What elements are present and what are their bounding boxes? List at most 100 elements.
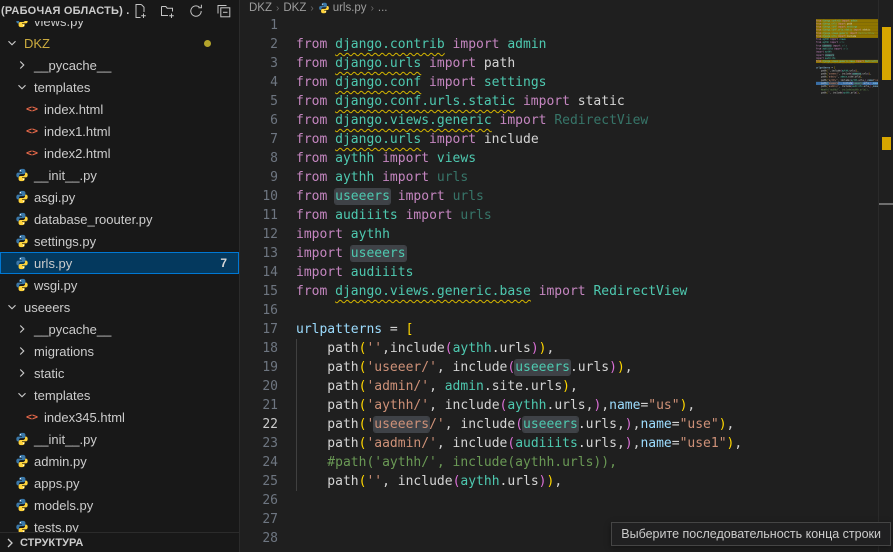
line-content [296, 529, 304, 548]
code-line-17[interactable]: 17urlpatterns = [ [241, 320, 816, 339]
overview-ruler[interactable] [878, 0, 893, 552]
line-number[interactable]: 2 [241, 35, 278, 54]
explorer-section-header[interactable]: (РАБОЧАЯ ОБЛАСТЬ) ... [0, 0, 239, 21]
tree-item-label: admin.py [34, 454, 87, 469]
tree-item-index-html[interactable]: <>index.html [0, 98, 239, 120]
line-number[interactable]: 12 [241, 225, 278, 244]
new-file-icon[interactable] [129, 1, 151, 21]
line-number[interactable]: 17 [241, 320, 278, 339]
code-line-16[interactable]: 16 [241, 301, 816, 320]
tree-item-wsgi-py[interactable]: wsgi.py [0, 274, 239, 296]
python-icon [15, 212, 29, 226]
code-line-4[interactable]: 4from django.conf import settings [241, 73, 816, 92]
code-line-20[interactable]: 20 path('admin/', admin.site.urls), [241, 377, 816, 396]
code-line-10[interactable]: 10from useeers import urls [241, 187, 816, 206]
tree-item-static[interactable]: static [0, 362, 239, 384]
tree-item-urls-py[interactable]: urls.py7 [0, 252, 239, 274]
line-number[interactable]: 24 [241, 453, 278, 472]
code-line-7[interactable]: 7from django.urls import include [241, 130, 816, 149]
line-number[interactable]: 3 [241, 54, 278, 73]
code-area[interactable]: 1 2from django.contrib import admin3from… [241, 16, 816, 552]
code-line-18[interactable]: 18 path('',include(aythh.urls)), [241, 339, 816, 358]
ruler-mark [882, 137, 891, 150]
tree-item-apps-py[interactable]: apps.py [0, 472, 239, 494]
breadcrumb-item[interactable]: DKZ [249, 2, 272, 14]
code-line-24[interactable]: 24 #path('aythh/', include(aythh.urls)), [241, 453, 816, 472]
tree-item-index1-html[interactable]: <>index1.html [0, 120, 239, 142]
breadcrumb-item[interactable]: ... [378, 2, 388, 14]
tree-item-label: static [34, 366, 64, 381]
tree-item-models-py[interactable]: models.py [0, 494, 239, 516]
code-line-13[interactable]: 13import useeers [241, 244, 816, 263]
line-number[interactable]: 21 [241, 396, 278, 415]
tree-item-useeers[interactable]: useeers [0, 296, 239, 318]
tree-item-label: migrations [34, 344, 94, 359]
line-number[interactable]: 1 [241, 16, 278, 35]
breadcrumb-separator-icon: › [370, 3, 375, 14]
line-number[interactable]: 5 [241, 92, 278, 111]
line-content: from audiiits import urls [296, 206, 492, 225]
line-number[interactable]: 25 [241, 472, 278, 491]
code-line-23[interactable]: 23 path('aadmin/', include(audiiits.urls… [241, 434, 816, 453]
tree-item-templates[interactable]: templates [0, 76, 239, 98]
code-line-6[interactable]: 6from django.views.generic import Redire… [241, 111, 816, 130]
collapse-all-icon[interactable] [213, 1, 235, 21]
code-line-26[interactable]: 26 [241, 491, 816, 510]
new-folder-icon[interactable] [157, 1, 179, 21]
line-number[interactable]: 10 [241, 187, 278, 206]
tree-item-settings-py[interactable]: settings.py [0, 230, 239, 252]
tree-item-label: DKZ [24, 36, 50, 51]
code-line-14[interactable]: 14import audiiits [241, 263, 816, 282]
code-line-5[interactable]: 5from django.conf.urls.static import sta… [241, 92, 816, 111]
line-number[interactable]: 6 [241, 111, 278, 130]
minimap[interactable]: from django.contrib import adminfrom dja… [816, 16, 878, 336]
code-line-11[interactable]: 11 from audiiits import urls [241, 206, 816, 225]
line-number[interactable]: 14 [241, 263, 278, 282]
tree-item-admin-py[interactable]: admin.py [0, 450, 239, 472]
refresh-icon[interactable] [185, 1, 207, 21]
line-number[interactable]: 28 [241, 529, 278, 548]
code-line-25[interactable]: 25 path('', include(aythh.urls)), [241, 472, 816, 491]
tree-item-templates[interactable]: templates [0, 384, 239, 406]
code-line-3[interactable]: 3from django.urls import path [241, 54, 816, 73]
line-number[interactable]: 13 [241, 244, 278, 263]
tree-item--pycache-[interactable]: __pycache__ [0, 54, 239, 76]
line-number[interactable]: 23 [241, 434, 278, 453]
breadcrumb-item[interactable]: urls.py [318, 2, 367, 14]
tree-item-index345-html[interactable]: <>index345.html [0, 406, 239, 428]
code-line-9[interactable]: 9from aythh import urls [241, 168, 816, 187]
tree-item--init-py[interactable]: __init__.py [0, 428, 239, 450]
line-number[interactable]: 26 [241, 491, 278, 510]
tree-item-migrations[interactable]: migrations [0, 340, 239, 362]
line-number[interactable]: 22 [241, 415, 278, 434]
outline-section-header[interactable]: СТРУКТУРА [0, 532, 239, 552]
line-number[interactable]: 8 [241, 149, 278, 168]
tree-item-database-roouter-py[interactable]: database_roouter.py [0, 208, 239, 230]
tree-item-label: settings.py [34, 234, 96, 249]
line-number[interactable]: 9 [241, 168, 278, 187]
code-line-12[interactable]: 12import aythh [241, 225, 816, 244]
code-line-8[interactable]: 8from aythh import views [241, 149, 816, 168]
line-number[interactable]: 27 [241, 510, 278, 529]
line-number[interactable]: 18 [241, 339, 278, 358]
line-number[interactable]: 20 [241, 377, 278, 396]
code-line-15[interactable]: 15from django.views.generic.base import … [241, 282, 816, 301]
tree-item-DKZ[interactable]: DKZ [0, 32, 239, 54]
line-number[interactable]: 15 [241, 282, 278, 301]
code-line-19[interactable]: 19 path('useeer/', include(useeers.urls)… [241, 358, 816, 377]
code-line-22[interactable]: 22 path('useeers/', include(useeers.urls… [241, 415, 816, 434]
editor-pane: DKZ›DKZ›urls.py›... 1 2from django.contr… [241, 0, 893, 552]
breadcrumb-item[interactable]: DKZ [283, 2, 306, 14]
code-line-1[interactable]: 1 [241, 16, 816, 35]
code-line-21[interactable]: 21 path('aythh/', include(aythh.urls,),n… [241, 396, 816, 415]
code-line-2[interactable]: 2from django.contrib import admin [241, 35, 816, 54]
tree-item--pycache-[interactable]: __pycache__ [0, 318, 239, 340]
tree-item-index2-html[interactable]: <>index2.html [0, 142, 239, 164]
line-number[interactable]: 7 [241, 130, 278, 149]
line-number[interactable]: 11 [241, 206, 278, 225]
line-number[interactable]: 16 [241, 301, 278, 320]
line-number[interactable]: 4 [241, 73, 278, 92]
line-number[interactable]: 19 [241, 358, 278, 377]
tree-item-asgi-py[interactable]: asgi.py [0, 186, 239, 208]
tree-item--init-py[interactable]: __init__.py [0, 164, 239, 186]
